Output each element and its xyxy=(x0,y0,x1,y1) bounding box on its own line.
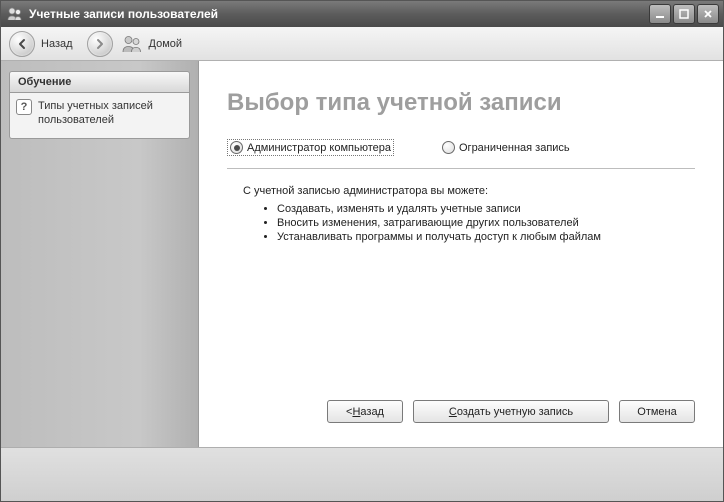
sidebar: Обучение ? Типы учетных записей пользова… xyxy=(1,61,199,447)
account-type-radios: Администратор компьютера Ограниченная за… xyxy=(227,139,695,156)
btn-cancel-label: Отмена xyxy=(637,406,676,418)
btn-back-u: Н xyxy=(352,406,360,418)
sidebar-link-account-types[interactable]: ? Типы учетных записей пользователей xyxy=(16,99,183,128)
btn-back-rest: азад xyxy=(360,406,384,418)
list-item: Создавать, изменять и удалять учетные за… xyxy=(277,203,695,215)
minimize-button[interactable] xyxy=(649,4,671,24)
divider xyxy=(227,168,695,169)
forward-button[interactable] xyxy=(87,31,113,57)
window-buttons xyxy=(649,4,719,24)
btn-create-rest: оздать учетную запись xyxy=(457,406,573,418)
main-content: Выбор типа учетной записи Администратор … xyxy=(199,61,723,447)
page-title: Выбор типа учетной записи xyxy=(227,89,695,117)
radio-admin-label: Администратор компьютера xyxy=(247,142,391,154)
sidebar-link-label: Типы учетных записей пользователей xyxy=(38,99,183,128)
description-intro: С учетной записью администратора вы може… xyxy=(243,185,695,197)
home-icon[interactable] xyxy=(121,33,143,55)
window: Учетные записи пользователей Назад xyxy=(0,0,724,502)
window-title: Учетные записи пользователей xyxy=(29,7,649,21)
radio-admin[interactable]: Администратор компьютера xyxy=(227,139,394,156)
sidebar-panel-body: ? Типы учетных записей пользователей xyxy=(9,93,190,139)
radio-icon xyxy=(442,141,455,154)
body: Обучение ? Типы учетных записей пользова… xyxy=(1,61,723,447)
titlebar: Учетные записи пользователей xyxy=(1,1,723,27)
radio-limited-label: Ограниченная запись xyxy=(459,142,570,154)
maximize-button[interactable] xyxy=(673,4,695,24)
list-item: Вносить изменения, затрагивающие других … xyxy=(277,217,695,229)
button-row: < Назад Создать учетную запись Отмена xyxy=(227,388,695,431)
cancel-button[interactable]: Отмена xyxy=(619,400,695,423)
back-button[interactable] xyxy=(9,31,35,57)
sidebar-panel-title: Обучение xyxy=(9,71,190,93)
create-account-button[interactable]: Создать учетную запись xyxy=(413,400,609,423)
toolbar: Назад Домой xyxy=(1,27,723,61)
app-icon xyxy=(7,6,23,22)
home-label: Домой xyxy=(149,38,183,50)
back-step-button[interactable]: < Назад xyxy=(327,400,403,423)
list-item: Устанавливать программы и получать досту… xyxy=(277,231,695,243)
close-button[interactable] xyxy=(697,4,719,24)
radio-limited[interactable]: Ограниченная запись xyxy=(442,141,570,154)
footer-strip xyxy=(1,447,723,501)
back-label: Назад xyxy=(41,38,73,50)
help-icon: ? xyxy=(16,99,32,115)
description-list: Создавать, изменять и удалять учетные за… xyxy=(259,201,695,245)
btn-create-u: С xyxy=(449,406,457,418)
radio-icon xyxy=(230,141,243,154)
